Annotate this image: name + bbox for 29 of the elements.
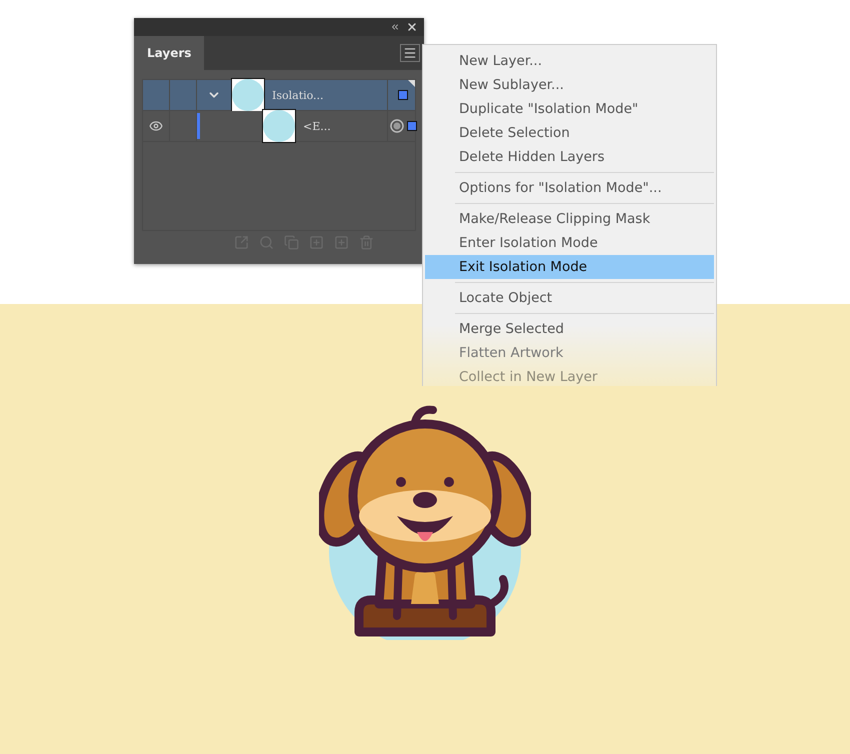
- selection-square-icon: [406, 121, 416, 131]
- layer-row[interactable]: Isolatio...: [143, 80, 415, 111]
- menu-icon: [403, 46, 417, 60]
- menu-item[interactable]: Exit Isolation Mode: [425, 255, 714, 279]
- menu-item[interactable]: Flatten Artwork: [425, 341, 714, 365]
- corner-icon: [408, 80, 415, 87]
- menu-item[interactable]: New Layer...: [425, 49, 714, 73]
- layer-thumbnail: [262, 109, 296, 143]
- menu-item[interactable]: Delete Hidden Layers: [425, 145, 714, 169]
- panel-menu-button[interactable]: [400, 44, 420, 62]
- eye-icon[interactable]: [149, 119, 163, 133]
- menu-item[interactable]: Make/Release Clipping Mask: [425, 207, 714, 231]
- menu-item[interactable]: Enter Isolation Mode: [425, 231, 714, 255]
- selection-square-icon: [398, 90, 408, 100]
- menu-item[interactable]: Locate Object: [425, 286, 714, 310]
- close-icon[interactable]: [406, 21, 418, 33]
- layer-name: <E...: [303, 120, 331, 132]
- target-icon[interactable]: [390, 119, 404, 133]
- menu-item[interactable]: New Sublayer...: [425, 73, 714, 97]
- layer-row[interactable]: <E...: [143, 111, 415, 142]
- menu-item[interactable]: Duplicate "Isolation Mode": [425, 97, 714, 121]
- layers-tab[interactable]: Layers: [134, 36, 204, 70]
- layer-name: Isolatio...: [272, 88, 324, 102]
- menu-item[interactable]: Merge Selected: [425, 317, 714, 341]
- menu-item[interactable]: Options for "Isolation Mode"...: [425, 176, 714, 200]
- menu-item[interactable]: Delete Selection: [425, 121, 714, 145]
- collapse-icon[interactable]: [390, 22, 400, 32]
- layer-thumbnail: [231, 78, 265, 112]
- selection-bar: [197, 113, 200, 139]
